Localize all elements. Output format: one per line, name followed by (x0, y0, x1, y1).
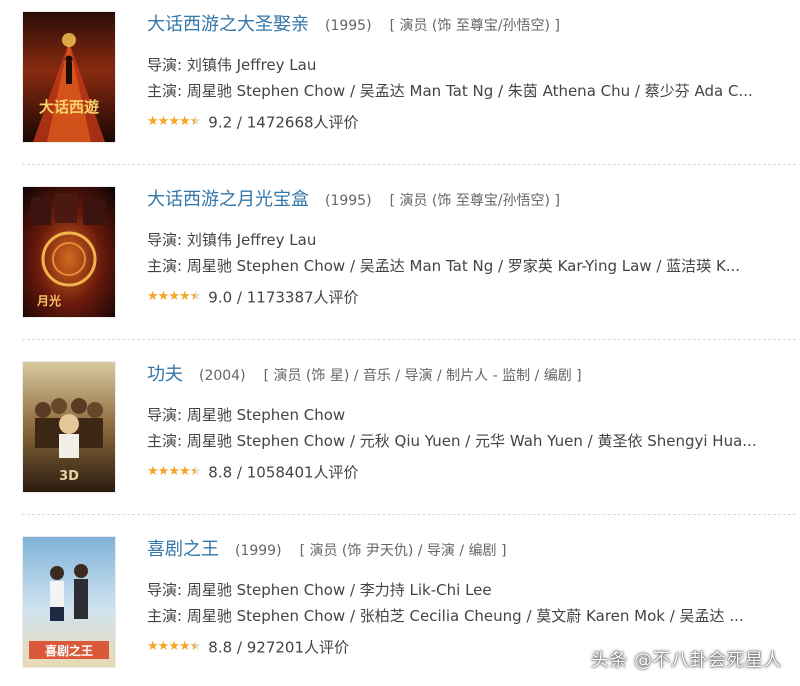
movie-cast: 主演: 周星驰 Stephen Chow / 张柏芝 Cecilia Cheun… (147, 607, 744, 625)
title-row: 大话西游之月光宝盒 (1995) [ 演员 (饰 至尊宝/孙悟空) ] (147, 185, 790, 215)
movie-info: 大话西游之大圣娶亲 (1995) [ 演员 (饰 至尊宝/孙悟空) ] 导演: 刘镇… (147, 10, 790, 133)
movie-info: 大话西游之月光宝盒 (1995) [ 演员 (饰 至尊宝/孙悟空) ] 导演: 刘镇… (147, 185, 790, 308)
svg-text:大话西遊: 大话西遊 (39, 98, 99, 116)
title-row: 喜剧之王 (1999) [ 演员 (饰 尹天仇) / 导演 / 编剧 ] (147, 535, 790, 565)
movie-roles: [ 演员 (饰 尹天仇) / 导演 / 编剧 ] (299, 543, 507, 559)
movie-info: 喜剧之王 (1999) [ 演员 (饰 尹天仇) / 导演 / 编剧 ] 导演: 周… (147, 535, 790, 658)
star-rating-icon: ★★★★★ (147, 284, 201, 308)
movie-poster-3[interactable]: 3D (23, 362, 115, 492)
poster-image: 大话西遊 (23, 12, 115, 142)
poster-image: 月光 (23, 187, 115, 317)
rating-row: ★★★★★ 8.8 / 1058401人评价 (147, 461, 790, 483)
movie-poster-1[interactable]: 大话西遊 (23, 12, 115, 142)
movie-title-link[interactable]: 大话西游之月光宝盒 (147, 189, 309, 210)
movie-title-link[interactable]: 大话西游之大圣娶亲 (147, 14, 309, 35)
item-divider (22, 339, 796, 340)
movie-cast: 主演: 周星驰 Stephen Chow / 吴孟达 Man Tat Ng / … (147, 82, 753, 100)
item-divider (22, 164, 796, 165)
movie-year: (1995) (325, 193, 372, 209)
movie-director: 导演: 周星驰 Stephen Chow (147, 406, 346, 424)
movie-director: 导演: 刘镇伟 Jeffrey Lau (147, 56, 317, 74)
svg-text:3D: 3D (59, 469, 79, 484)
movie-year: (2004) (199, 368, 246, 384)
movie-poster-4[interactable]: 喜剧之王 (23, 537, 115, 667)
rating-row: ★★★★★ 9.0 / 1173387人评价 (147, 286, 790, 308)
movie-item: 大话西遊 大话西游之大圣娶亲 (1995) [ 演员 (饰 至尊宝/孙悟空) ] 导… (0, 0, 800, 175)
movie-director: 导演: 刘镇伟 Jeffrey Lau (147, 231, 317, 249)
movie-year: (1995) (325, 18, 372, 34)
poster-image: 3D (23, 362, 115, 492)
movie-roles: [ 演员 (饰 星) / 音乐 / 导演 / 制片人 - 监制 / 编剧 ] (263, 368, 582, 384)
movie-cast: 主演: 周星驰 Stephen Chow / 吴孟达 Man Tat Ng / … (147, 257, 741, 275)
movie-director: 导演: 周星驰 Stephen Chow / 李力持 Lik-Chi Lee (147, 581, 492, 599)
svg-text:月光: 月光 (36, 293, 61, 308)
rating-text: 9.2 / 1472668人评价 (208, 113, 359, 132)
movie-item: 月光 大话西游之月光宝盒 (1995) [ 演员 (饰 至尊宝/孙悟空) ] 导演:… (0, 175, 800, 350)
star-rating-icon: ★★★★★ (147, 109, 201, 133)
rating-text: 8.8 / 1058401人评价 (208, 463, 359, 482)
title-row: 功夫 (2004) [ 演员 (饰 星) / 音乐 / 导演 / 制片人 - 监制 … (147, 360, 790, 390)
movie-item: 3D 功夫 (2004) [ 演员 (饰 星) / 音乐 / 导演 / 制片人 - … (0, 350, 800, 525)
poster-image: 喜剧之王 (23, 537, 115, 667)
movie-title-link[interactable]: 喜剧之王 (147, 539, 219, 560)
movie-info: 功夫 (2004) [ 演员 (饰 星) / 音乐 / 导演 / 制片人 - 监制 … (147, 360, 790, 483)
star-rating-icon: ★★★★★ (147, 634, 201, 658)
rating-text: 9.0 / 1173387人评价 (208, 288, 359, 307)
rating-row: ★★★★★ 9.2 / 1472668人评价 (147, 111, 790, 133)
movie-roles: [ 演员 (饰 至尊宝/孙悟空) ] (389, 18, 560, 34)
watermark: 头条 @不八卦会死星人 (590, 650, 782, 671)
movie-poster-2[interactable]: 月光 (23, 187, 115, 317)
movie-roles: [ 演员 (饰 至尊宝/孙悟空) ] (389, 193, 560, 209)
title-row: 大话西游之大圣娶亲 (1995) [ 演员 (饰 至尊宝/孙悟空) ] (147, 10, 790, 40)
item-divider (22, 514, 796, 515)
star-rating-icon: ★★★★★ (147, 459, 201, 483)
movie-year: (1999) (235, 543, 282, 559)
rating-text: 8.8 / 927201人评价 (208, 638, 349, 657)
movie-title-link[interactable]: 功夫 (147, 364, 183, 385)
movie-cast: 主演: 周星驰 Stephen Chow / 元秋 Qiu Yuen / 元华 … (147, 432, 757, 450)
svg-text:喜剧之王: 喜剧之王 (45, 643, 93, 658)
